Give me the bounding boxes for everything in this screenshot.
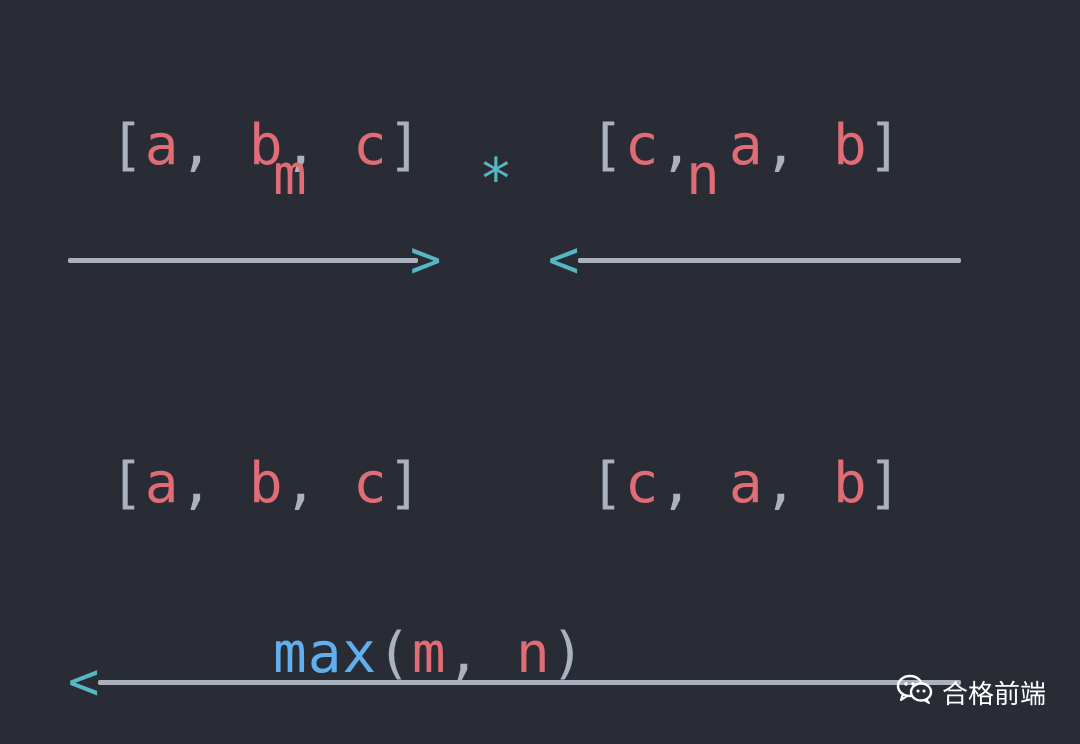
arg-m: m (411, 621, 447, 686)
watermark-text: 合格前端 (941, 680, 1046, 710)
wechat-icon (896, 673, 934, 712)
bottom-right-list: [c, a, b] (590, 400, 902, 512)
watermark: 合格前端 (896, 673, 1046, 712)
var-n: n (686, 143, 721, 208)
bottom-left-arrowhead-icon: < (68, 652, 100, 712)
bracket-open: [ (110, 451, 145, 516)
list-item: c (353, 113, 388, 178)
list-item: b (833, 113, 868, 178)
comma: , (446, 621, 482, 686)
top-left-list: [a, b, c] (110, 62, 422, 174)
list-item: a (728, 113, 764, 178)
paren-close: ) (550, 621, 586, 686)
comma: , (763, 451, 799, 516)
top-right-list: [c, a, b] (590, 62, 902, 174)
list-item: a (144, 113, 180, 178)
list-item: a (144, 451, 180, 516)
bracket-close: ] (867, 113, 903, 178)
paren-open: ( (377, 621, 412, 686)
bottom-arrow-shaft (98, 680, 961, 685)
arg-n: n (516, 621, 551, 686)
bracket-close: ] (867, 451, 903, 516)
function-name: max (273, 621, 378, 686)
var-m: m (273, 143, 308, 208)
comma: , (283, 451, 319, 516)
list-item: a (728, 451, 764, 516)
left-arrowhead-icon: < (548, 230, 580, 290)
comma: , (179, 113, 215, 178)
right-arrowhead-icon: > (410, 230, 442, 290)
list-item: b (833, 451, 868, 516)
list-item: c (624, 113, 660, 178)
bracket-open: [ (590, 451, 625, 516)
bottom-left-list: [a, b, c] (110, 400, 422, 512)
comma: , (659, 451, 695, 516)
multiply-operator: * (479, 147, 514, 212)
comma: , (763, 113, 799, 178)
max-expression: max(m, n) (273, 570, 585, 682)
left-arrow-shaft (578, 258, 961, 263)
bracket-close: ] (387, 451, 423, 516)
bracket-open: [ (110, 113, 145, 178)
list-item: b (248, 451, 284, 516)
list-item: c (353, 451, 388, 516)
list-item: c (624, 451, 660, 516)
comma: , (179, 451, 215, 516)
bracket-open: [ (590, 113, 625, 178)
bracket-close: ] (387, 113, 423, 178)
right-arrow-shaft (68, 258, 418, 263)
